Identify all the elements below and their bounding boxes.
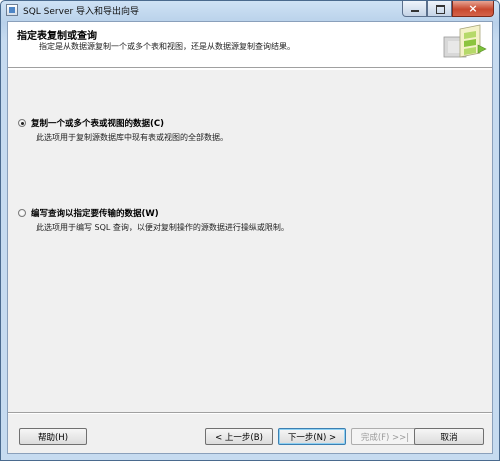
close-button[interactable]: × [452,1,494,17]
minimize-icon [411,10,419,12]
finish-button[interactable]: 完成(F) >>| [351,428,419,445]
radio-copy-tables[interactable] [18,119,26,127]
option-copy-tables-description: 此选项用于复制源数据库中现有表或视图的全部数据。 [36,133,228,142]
maximize-button[interactable] [427,1,452,17]
radio-write-query[interactable] [18,209,26,217]
caption-buttons: × [402,1,494,18]
minimize-button[interactable] [402,1,427,17]
maximize-icon [436,5,445,14]
button-bar: 帮助(H) < 上一步(B) 下一步(N) > 完成(F) >>| 取消 [8,414,492,453]
page-title: 指定表复制或查询 [17,31,97,42]
options-panel: 复制一个或多个表或视图的数据(C) 此选项用于复制源数据库中现有表或视图的全部数… [8,70,492,412]
next-button[interactable]: 下一步(N) > [278,428,346,445]
app-icon [6,4,18,16]
close-icon: × [468,2,478,15]
page-subtitle: 指定是从数据源复制一个或多个表和视图，还是从数据源复制查询结果。 [39,42,295,51]
option-write-query[interactable]: 编写查询以指定要传输的数据(W) [18,207,159,219]
cancel-button[interactable]: 取消 [414,428,484,445]
option-copy-tables[interactable]: 复制一个或多个表或视图的数据(C) [18,117,164,129]
title-bar[interactable]: SQL Server 导入和导出向导 × [1,1,499,21]
option-write-query-label[interactable]: 编写查询以指定要传输的数据(W) [31,207,159,219]
back-button[interactable]: < 上一步(B) [205,428,273,445]
wizard-client-area: 指定表复制或查询 指定是从数据源复制一个或多个表和视图，还是从数据源复制查询结果… [7,21,493,454]
option-copy-tables-label[interactable]: 复制一个或多个表或视图的数据(C) [31,117,164,129]
wizard-window: SQL Server 导入和导出向导 × 指定表复制或查询 指定是从数据源复制一… [0,0,500,461]
window-title: SQL Server 导入和导出向导 [23,7,140,17]
page-header: 指定表复制或查询 指定是从数据源复制一个或多个表和视图，还是从数据源复制查询结果… [8,22,492,67]
option-write-query-description: 此选项用于编写 SQL 查询，以便对复制操作的源数据进行操纵或限制。 [36,223,289,232]
help-button[interactable]: 帮助(H) [19,428,87,445]
wizard-header-icon [443,24,487,58]
